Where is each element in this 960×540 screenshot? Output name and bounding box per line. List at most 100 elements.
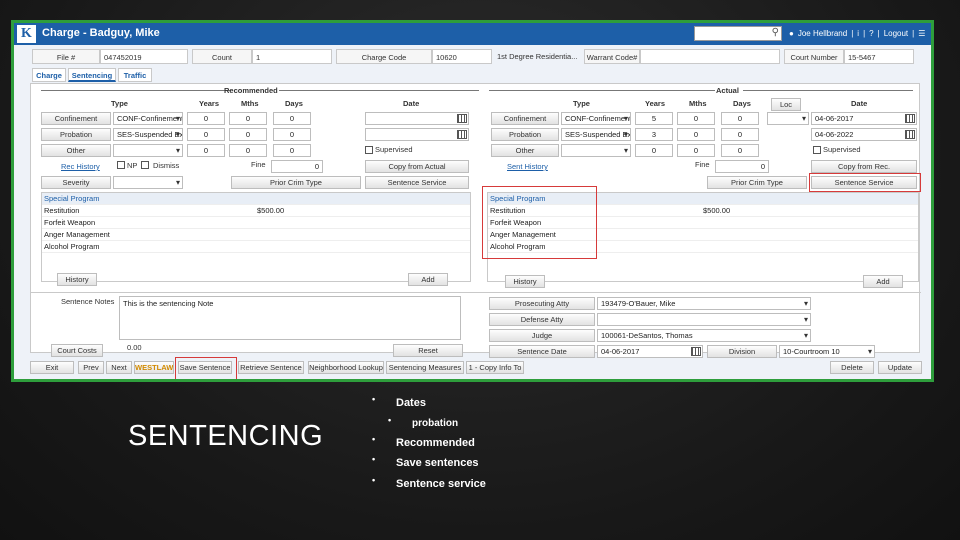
judge-button[interactable]: Judge	[489, 329, 595, 342]
rec-confinement-mths[interactable]: 0	[229, 112, 267, 125]
list-item[interactable]: Restitution $500.00	[42, 205, 470, 217]
user-name[interactable]: Joe Hellbrand	[798, 29, 847, 38]
list-item[interactable]: Anger Management	[42, 229, 470, 241]
other-button[interactable]: Other	[41, 144, 111, 157]
list-item[interactable]: Alcohol Program	[42, 241, 470, 253]
act-confinement-days[interactable]: 0	[721, 112, 759, 125]
act-confinement-loc[interactable]	[767, 112, 809, 125]
neighborhood-lookup-button[interactable]: Neighborhood Lookup	[308, 361, 384, 374]
sent-history-link[interactable]: Sent History	[507, 162, 548, 171]
rec-probation-type[interactable]: SES-Suspended Exec	[113, 128, 183, 141]
file-number-field[interactable]: 047452019	[100, 49, 188, 64]
actual-confinement-button[interactable]: Confinement	[491, 112, 559, 125]
calendar-icon[interactable]	[457, 130, 467, 139]
calendar-icon[interactable]	[905, 130, 915, 139]
calendar-icon[interactable]	[457, 114, 467, 123]
probation-button[interactable]: Probation	[41, 128, 111, 141]
division-button[interactable]: Division	[707, 345, 777, 358]
act-probation-type[interactable]: SES-Suspended Exec	[561, 128, 631, 141]
delete-button[interactable]: Delete	[830, 361, 874, 374]
defense-atty-select[interactable]	[597, 313, 811, 326]
charge-code-field[interactable]: 10620	[432, 49, 492, 64]
prosecuting-atty-select[interactable]: 193479-O'Bauer, Mike	[597, 297, 811, 310]
sentence-date-button[interactable]: Sentence Date	[489, 345, 595, 358]
court-costs-button[interactable]: Court Costs	[51, 344, 103, 357]
rec-probation-mths[interactable]: 0	[229, 128, 267, 141]
search-input[interactable]: ⚲	[694, 26, 782, 41]
rec-history-link[interactable]: Rec History	[61, 162, 100, 171]
exit-button[interactable]: Exit	[30, 361, 74, 374]
copy-from-rec-button[interactable]: Copy from Rec.	[811, 160, 917, 173]
act-probation-mths[interactable]: 0	[677, 128, 715, 141]
rec-add-button[interactable]: Add	[408, 273, 448, 286]
act-supervised-checkbox[interactable]	[813, 146, 821, 154]
act-other-years[interactable]: 0	[635, 144, 673, 157]
sentencing-measures-button[interactable]: Sentencing Measures	[386, 361, 464, 374]
rec-prior-crim-type-button[interactable]: Prior Crim Type	[231, 176, 361, 189]
rec-supervised-checkbox[interactable]	[365, 146, 373, 154]
confinement-button[interactable]: Confinement	[41, 112, 111, 125]
judge-select[interactable]: 100061-DeSantos, Thomas	[597, 329, 811, 342]
rec-probation-days[interactable]: 0	[273, 128, 311, 141]
np-checkbox[interactable]	[117, 161, 125, 169]
severity-select[interactable]	[113, 176, 183, 189]
act-probation-days[interactable]: 0	[721, 128, 759, 141]
rec-other-type[interactable]	[113, 144, 183, 157]
tab-sentencing[interactable]: Sentencing	[68, 68, 116, 82]
next-button[interactable]: Next	[106, 361, 132, 374]
info-icon[interactable]: i	[857, 29, 859, 38]
rec-confinement-type[interactable]: CONF-Confinement	[113, 112, 183, 125]
act-confinement-mths[interactable]: 0	[677, 112, 715, 125]
rec-probation-years[interactable]: 0	[187, 128, 225, 141]
severity-button[interactable]: Severity	[41, 176, 111, 189]
division-select[interactable]: 10-Courtroom 10	[779, 345, 875, 358]
actual-probation-button[interactable]: Probation	[491, 128, 559, 141]
dismiss-checkbox[interactable]	[141, 161, 149, 169]
list-item[interactable]: Forfeit Weapon	[42, 217, 470, 229]
defense-atty-button[interactable]: Defense Atty	[489, 313, 595, 326]
rec-sentence-service-button[interactable]: Sentence Service	[365, 176, 469, 189]
prosecuting-atty-button[interactable]: Prosecuting Atty	[489, 297, 595, 310]
loc-button[interactable]: Loc	[771, 98, 801, 111]
retrieve-sentence-button[interactable]: Retrieve Sentence	[238, 361, 304, 374]
rec-fine-field[interactable]: 0	[271, 160, 323, 173]
act-confinement-date[interactable]: 04-06-2017	[811, 112, 917, 125]
update-button[interactable]: Update	[878, 361, 922, 374]
rec-other-days[interactable]: 0	[273, 144, 311, 157]
rec-confinement-days[interactable]: 0	[273, 112, 311, 125]
act-history-button[interactable]: History	[505, 275, 545, 288]
act-prior-crim-type-button[interactable]: Prior Crim Type	[707, 176, 807, 189]
act-confinement-type[interactable]: CONF-Confinement	[561, 112, 631, 125]
reset-button[interactable]: Reset	[393, 344, 463, 357]
act-confinement-years[interactable]: 5	[635, 112, 673, 125]
warrant-code-field[interactable]	[640, 49, 780, 64]
act-probation-date[interactable]: 04-06-2022	[811, 128, 917, 141]
act-other-days[interactable]: 0	[721, 144, 759, 157]
copy-from-actual-button[interactable]: Copy from Actual	[365, 160, 469, 173]
sentence-notes-field[interactable]: This is the sentencing Note	[119, 296, 461, 340]
help-icon[interactable]: ?	[869, 29, 873, 38]
count-field[interactable]: 1	[252, 49, 332, 64]
rec-confinement-date[interactable]	[365, 112, 469, 125]
rec-confinement-years[interactable]: 0	[187, 112, 225, 125]
logout-link[interactable]: Logout	[884, 29, 908, 38]
calendar-icon[interactable]	[691, 347, 701, 356]
act-other-type[interactable]	[561, 144, 631, 157]
act-probation-years[interactable]: 3	[635, 128, 673, 141]
rec-other-mths[interactable]: 0	[229, 144, 267, 157]
act-add-button[interactable]: Add	[863, 275, 903, 288]
rec-other-years[interactable]: 0	[187, 144, 225, 157]
sentence-date-field[interactable]: 04-06-2017	[597, 345, 703, 358]
search-icon[interactable]: ⚲	[772, 27, 779, 38]
act-fine-field[interactable]: 0	[715, 160, 769, 173]
court-number-field[interactable]: 15-5467	[844, 49, 914, 64]
tab-charge[interactable]: Charge	[32, 68, 66, 82]
act-other-mths[interactable]: 0	[677, 144, 715, 157]
calendar-icon[interactable]	[905, 114, 915, 123]
westlaw-button[interactable]: WESTLAW	[134, 361, 174, 374]
copy-info-button[interactable]: 1 - Copy Info To	[466, 361, 524, 374]
actual-other-button[interactable]: Other	[491, 144, 559, 157]
tab-traffic[interactable]: Traffic	[118, 68, 152, 82]
rec-probation-date[interactable]	[365, 128, 469, 141]
prev-button[interactable]: Prev	[78, 361, 104, 374]
